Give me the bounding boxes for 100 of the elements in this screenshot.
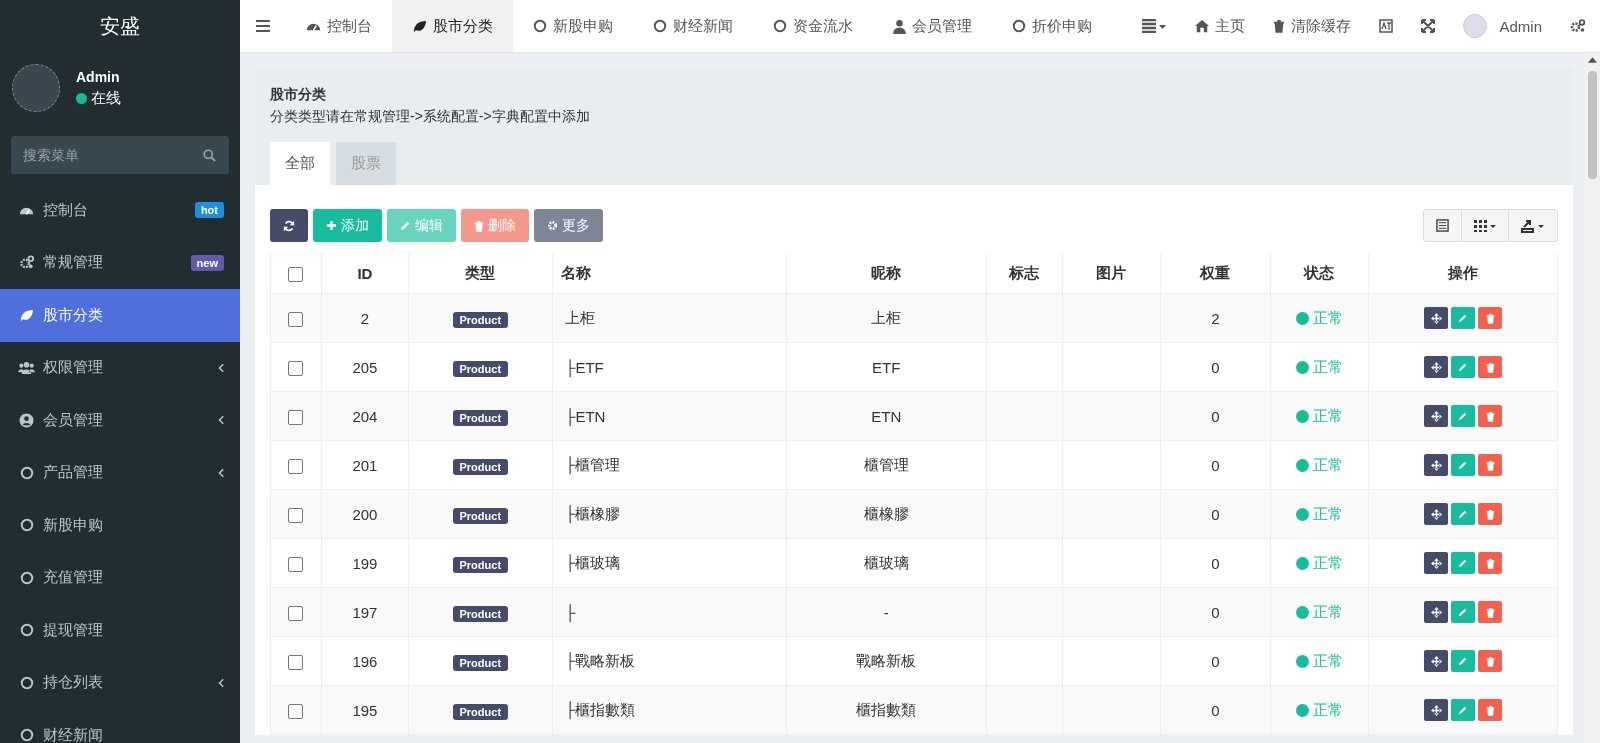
scrollbar[interactable]	[1585, 53, 1600, 743]
drag-button[interactable]	[1424, 601, 1449, 623]
nav-tab[interactable]: 控制台	[286, 0, 392, 52]
scroll-thumb[interactable]	[1588, 71, 1597, 179]
row-checkbox[interactable]	[288, 507, 304, 523]
delete-button[interactable]	[1478, 552, 1503, 574]
drag-button[interactable]	[1424, 307, 1449, 329]
trash-icon	[1485, 361, 1495, 373]
table-cell: 0	[1160, 685, 1271, 735]
table-cell: 櫃管理	[786, 440, 987, 490]
drag-button[interactable]	[1424, 405, 1449, 427]
row-checkbox[interactable]	[288, 311, 304, 327]
delete-button[interactable]	[1478, 356, 1503, 378]
user-menu[interactable]: Admin	[1449, 0, 1556, 52]
menu-item[interactable]: 控制台 hot	[0, 184, 240, 237]
menu-item[interactable]: 产品管理	[0, 446, 240, 499]
delete-button[interactable]	[1478, 405, 1503, 427]
move-icon	[1430, 606, 1442, 618]
table-cell: 0	[1160, 489, 1271, 539]
grid-icon	[1474, 219, 1496, 232]
nav-tab[interactable]: 资金流水	[753, 0, 873, 52]
circle-icon	[18, 728, 35, 743]
column-header[interactable]: 名称	[552, 253, 787, 294]
column-header[interactable]: 标志	[986, 253, 1063, 294]
column-header[interactable]: 操作	[1368, 253, 1558, 294]
drag-button[interactable]	[1424, 503, 1449, 525]
table-cell: 櫃指數類	[786, 685, 987, 735]
nav-tab[interactable]: 会员管理	[873, 0, 992, 52]
filter-tab[interactable]: 全部	[270, 142, 330, 185]
nav-tab[interactable]: 股市分类	[392, 0, 513, 52]
trash-icon	[1273, 19, 1286, 33]
user-status: 在线	[91, 88, 121, 108]
status-text: 正常	[1312, 308, 1343, 328]
move-icon	[1430, 655, 1442, 667]
refresh-button[interactable]	[270, 209, 308, 242]
gears-icon	[18, 255, 35, 271]
arrow-up-icon[interactable]	[1588, 57, 1597, 63]
search-field[interactable]: 搜索菜单	[11, 136, 229, 174]
select-all-checkbox[interactable]	[288, 266, 304, 282]
table-cell: ├櫃管理	[552, 440, 787, 490]
more-button[interactable]: 更多	[534, 209, 603, 242]
table-cell: 199	[321, 538, 409, 588]
status-dot	[1295, 507, 1309, 521]
column-header[interactable]: 类型	[408, 253, 553, 294]
drag-button[interactable]	[1424, 650, 1449, 672]
delete-button[interactable]	[1478, 650, 1503, 672]
row-checkbox[interactable]	[288, 409, 304, 425]
table-cell: 櫃玻璃	[786, 538, 987, 588]
avatar	[12, 64, 60, 112]
delete-button[interactable]	[1478, 503, 1503, 525]
column-header[interactable]: 状态	[1270, 253, 1369, 294]
column-header[interactable]: 昵称	[786, 253, 987, 294]
chevron-icon	[218, 467, 224, 478]
menu-item[interactable]: 常规管理 new	[0, 236, 240, 289]
delete-button[interactable]	[1478, 454, 1503, 476]
status-dot	[1295, 703, 1309, 717]
search-icon	[203, 149, 216, 162]
circle-icon	[18, 675, 35, 690]
menu-item[interactable]: 持仓列表	[0, 656, 240, 709]
status-text: 正常	[1312, 406, 1343, 426]
users-icon	[18, 360, 35, 376]
column-header[interactable]: ID	[321, 253, 409, 294]
menu-item[interactable]: 会员管理	[0, 394, 240, 447]
delete-button[interactable]	[1478, 307, 1503, 329]
table-cell: ETN	[786, 391, 987, 441]
online-dot	[76, 92, 87, 104]
nav-link[interactable]: 清除缓存	[1259, 0, 1366, 52]
row-checkbox[interactable]	[288, 458, 304, 474]
drag-button[interactable]	[1424, 356, 1449, 378]
column-header[interactable]: 图片	[1062, 253, 1161, 294]
drag-button[interactable]	[1424, 454, 1449, 476]
row-checkbox[interactable]	[288, 556, 304, 572]
menu-item[interactable]: 新股申购	[0, 499, 240, 552]
drag-button[interactable]	[1424, 552, 1449, 574]
user-icon	[893, 18, 906, 34]
menu-item[interactable]: 财经新闻	[0, 709, 240, 743]
row-checkbox[interactable]	[288, 703, 304, 719]
circle-icon	[653, 19, 667, 33]
nav-link[interactable]: 主页	[1181, 0, 1260, 52]
delete-button[interactable]	[1478, 601, 1503, 623]
nav-tab[interactable]: 新股申购	[513, 0, 633, 52]
drag-button[interactable]	[1424, 699, 1449, 721]
menu-item[interactable]: 股市分类	[0, 289, 240, 342]
trash-icon	[1485, 410, 1495, 422]
avatar	[1463, 14, 1488, 38]
column-header[interactable]: 权重	[1160, 253, 1271, 294]
nav-tab[interactable]: 财经新闻	[633, 0, 753, 52]
row-checkbox[interactable]	[288, 360, 304, 376]
nav-tab[interactable]: 折价申购	[992, 0, 1112, 52]
trash-icon	[1485, 606, 1495, 618]
row-checkbox[interactable]	[288, 605, 304, 621]
menu-item[interactable]: 权限管理	[0, 341, 240, 394]
menu-item[interactable]: 充值管理	[0, 551, 240, 604]
trash-icon	[1485, 508, 1495, 520]
table-cell: 2	[321, 293, 409, 343]
delete-button[interactable]	[1478, 699, 1503, 721]
table-cell: 0	[1160, 440, 1271, 490]
table-cell: -	[786, 587, 987, 637]
menu-item[interactable]: 提现管理	[0, 604, 240, 657]
row-checkbox[interactable]	[288, 654, 304, 670]
